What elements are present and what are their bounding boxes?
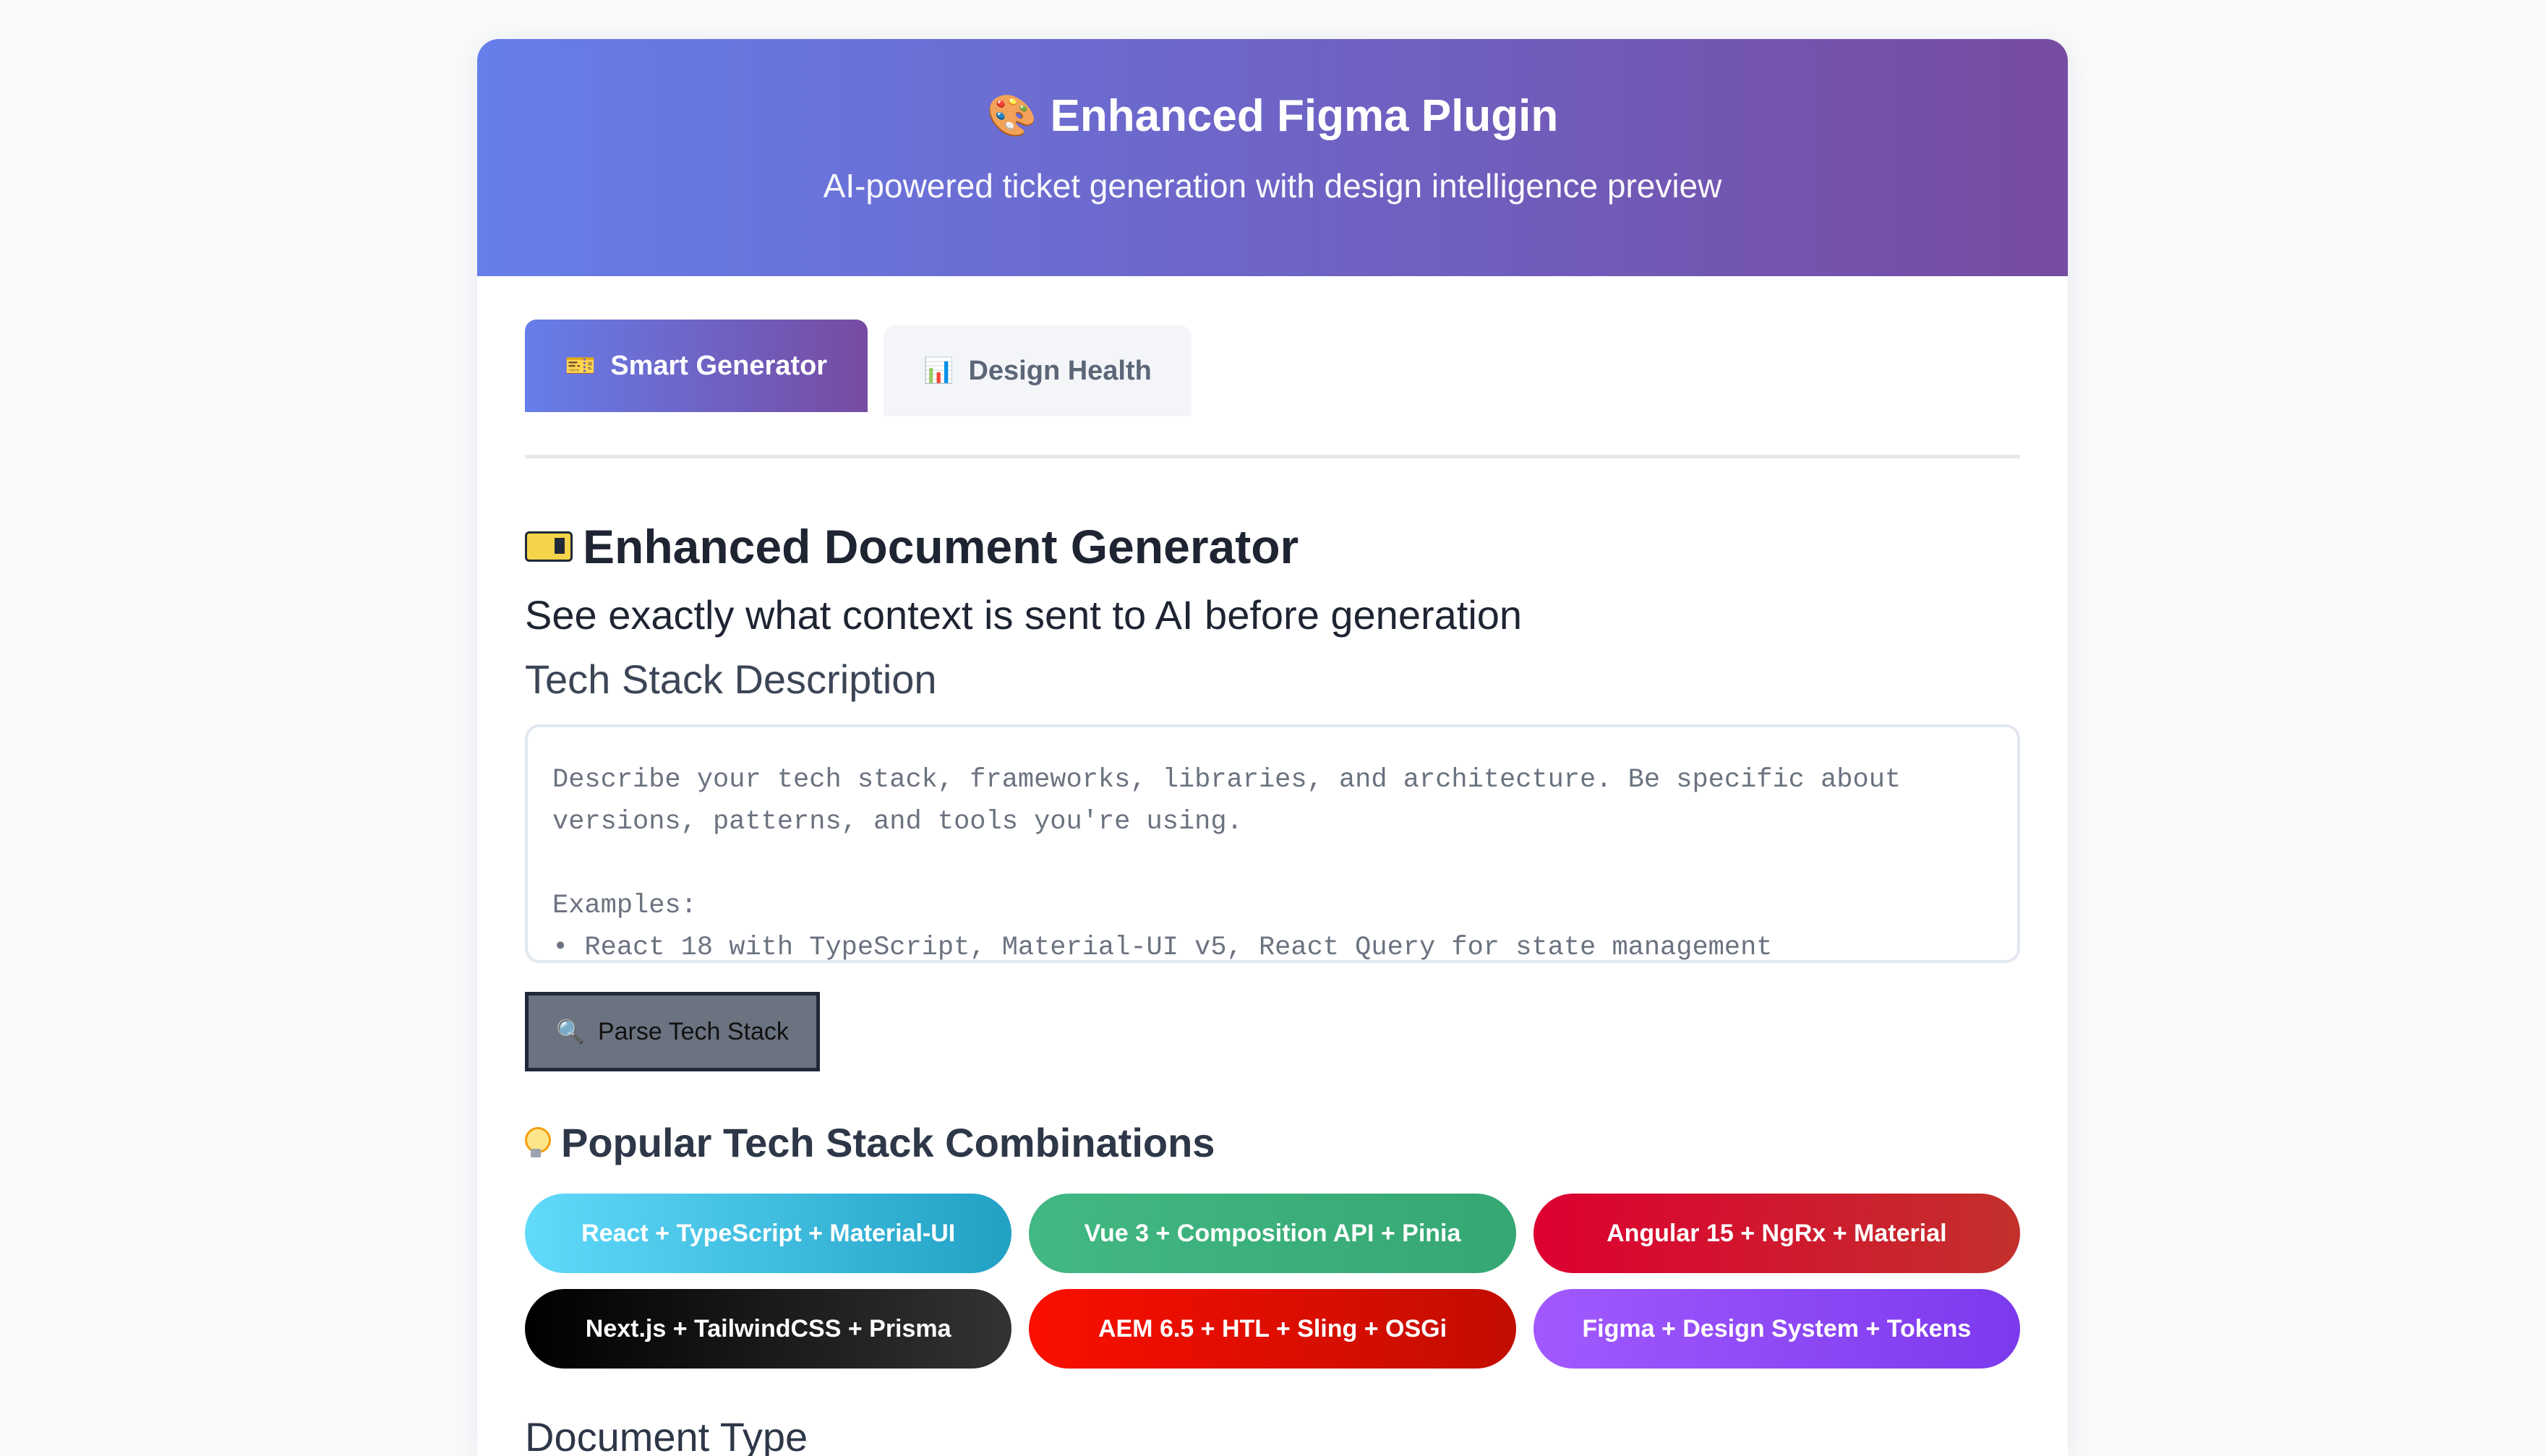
plugin-body: 🎫 Smart Generator 📊 Design Health Enhanc… [477, 276, 2068, 1456]
chip-vue-composition-pinia[interactable]: Vue 3 + Composition API + Pinia [1029, 1194, 1516, 1273]
tab-design-health[interactable]: 📊 Design Health [884, 325, 1192, 416]
tab-design-health-label: Design Health [968, 355, 1152, 386]
plugin-title: 🎨 Enhanced Figma Plugin [477, 94, 2068, 139]
chip-react-typescript-mui[interactable]: React + TypeScript + Material-UI [525, 1194, 1012, 1273]
popular-combinations-text: Popular Tech Stack Combinations [561, 1120, 1215, 1165]
generator-title-text: Enhanced Document Generator [583, 520, 1299, 573]
chip-figma-design-system-tokens[interactable]: Figma + Design System + Tokens [1533, 1289, 2020, 1369]
parse-tech-stack-button[interactable]: 🔍 Parse Tech Stack [525, 992, 820, 1071]
palette-icon: 🎨 [986, 93, 1038, 140]
chip-nextjs-tailwind-prisma[interactable]: Next.js + TailwindCSS + Prisma [525, 1289, 1012, 1369]
tech-stack-label: Tech Stack Description [525, 656, 937, 702]
ticket-icon: 🎫 [565, 351, 596, 380]
tab-smart-generator[interactable]: 🎫 Smart Generator [525, 320, 868, 412]
generator-subtitle: See exactly what context is sent to AI b… [525, 592, 1523, 638]
chip-angular-ngrx-material[interactable]: Angular 15 + NgRx + Material [1533, 1194, 2020, 1273]
chip-aem-htl-sling-osgi[interactable]: AEM 6.5 + HTL + Sling + OSGi [1029, 1289, 1516, 1369]
document-type-label: Document Type [525, 1414, 808, 1456]
combination-chips: React + TypeScript + Material-UI Vue 3 +… [525, 1194, 2020, 1369]
plugin-header: 🎨 Enhanced Figma Plugin AI-powered ticke… [477, 39, 2068, 276]
tab-bar: 🎫 Smart Generator 📊 Design Health [525, 276, 2020, 458]
popular-combinations-title: Popular Tech Stack Combinations [525, 1119, 2020, 1166]
plugin-subtitle: AI-powered ticket generation with design… [823, 167, 1722, 205]
bar-chart-icon: 📊 [923, 356, 954, 385]
parse-tech-stack-label: Parse Tech Stack [597, 1017, 789, 1045]
generator-title: Enhanced Document Generator [525, 519, 2020, 574]
lightbulb-icon [525, 1126, 551, 1159]
magnifier-icon: 🔍 [556, 1018, 585, 1045]
tech-stack-input[interactable]: Describe your tech stack, frameworks, li… [525, 724, 2020, 963]
ticket-icon [525, 531, 573, 562]
tab-smart-generator-label: Smart Generator [610, 350, 828, 381]
plugin-title-text: Enhanced Figma Plugin [1050, 91, 1559, 141]
plugin-card: 🎨 Enhanced Figma Plugin AI-powered ticke… [477, 39, 2068, 1456]
